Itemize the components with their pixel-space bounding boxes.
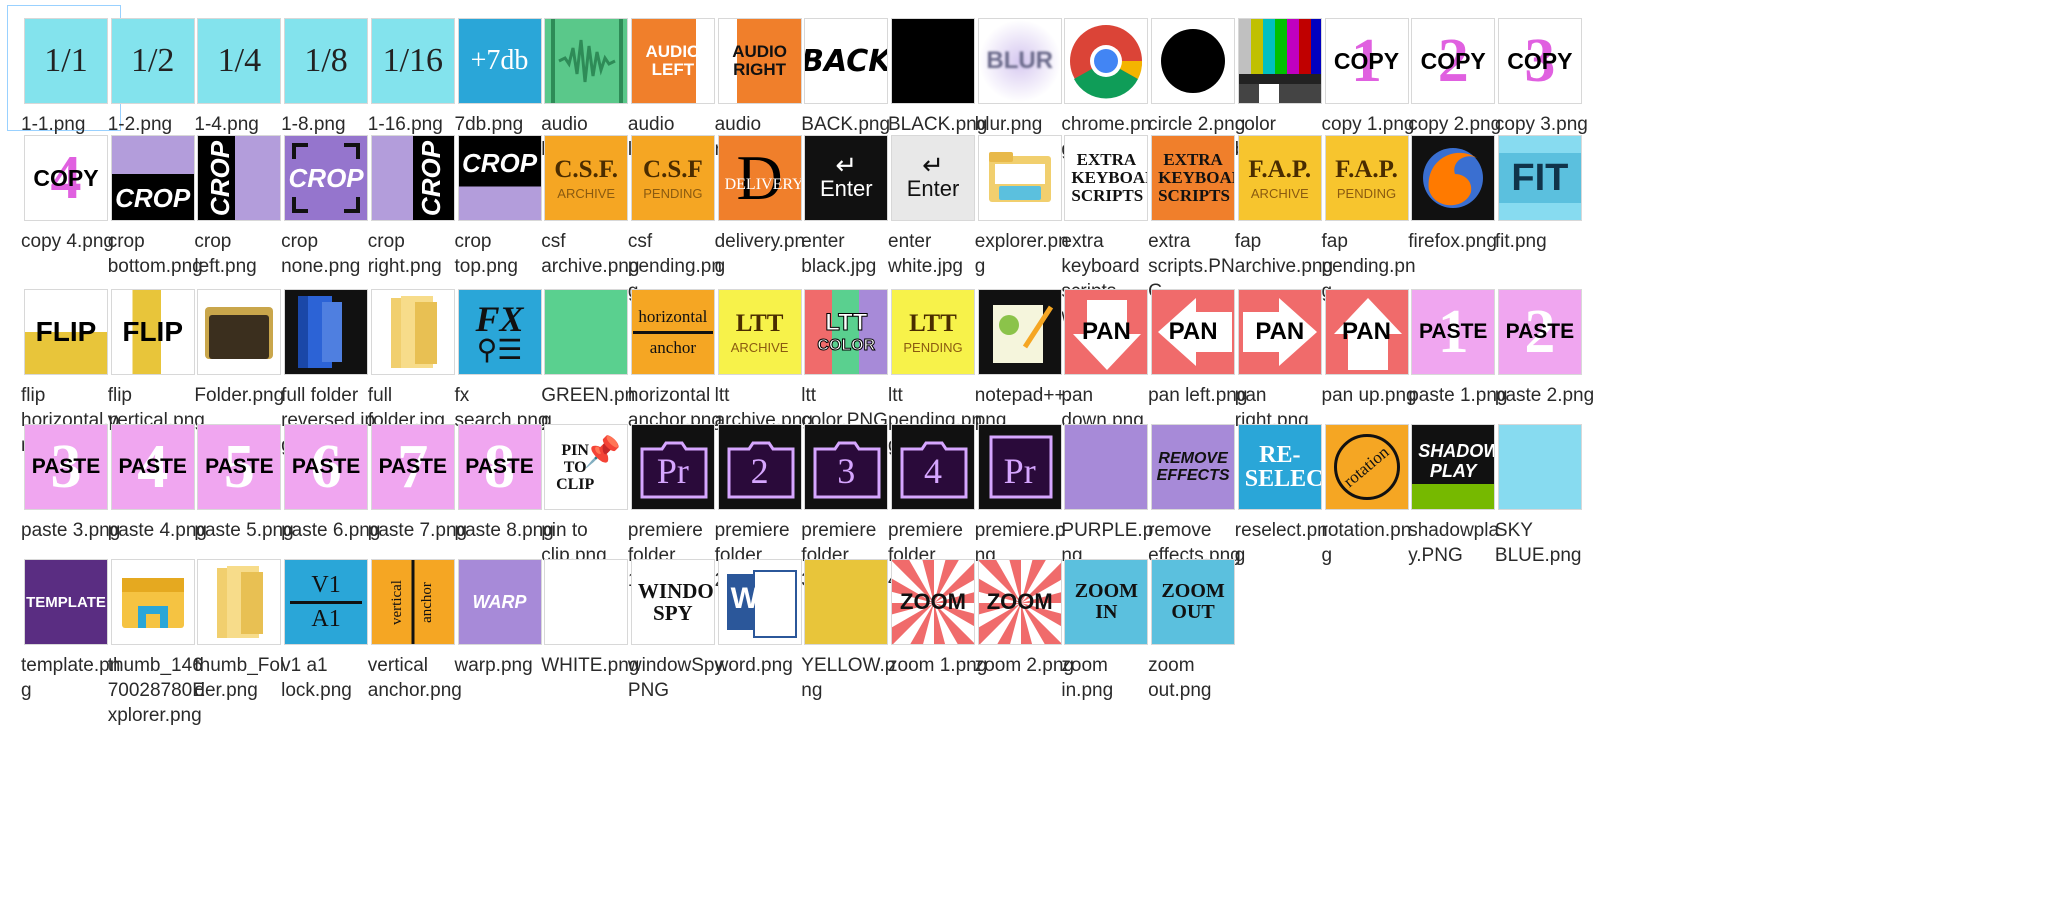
thumb-text: PAN — [1255, 318, 1305, 345]
thumb-text: Enter — [906, 176, 960, 201]
thumb-text: LTT — [909, 309, 957, 337]
thumb-text: V1 — [311, 571, 341, 598]
thumb-text: AUDIO RIGHT — [732, 42, 787, 79]
thumb-text: SHADOW PLAY — [1418, 441, 1496, 481]
thumb-text: COPY — [33, 164, 99, 191]
search-icon: ⚲☰ — [476, 334, 523, 365]
thumb-text: EXTRA KEYBOARD SCRIPTS — [1158, 150, 1234, 205]
file-thumbnail[interactable]: FIT — [1497, 135, 1582, 221]
file-name-label: zoom out.png — [1148, 655, 1212, 701]
thumb-text: FIT — [1511, 156, 1569, 199]
file-thumbnail[interactable]: ZOOM OUT — [1151, 559, 1236, 645]
thumb-text: WINDOW SPY — [637, 579, 714, 625]
thumb-text: 3 — [837, 451, 856, 491]
thumb-text: PAN — [1168, 318, 1218, 345]
file-name-label: fit.png — [1494, 231, 1547, 252]
file-name-label: SKY BLUE.png — [1494, 520, 1582, 566]
enter-arrow-icon: ↵ — [835, 150, 858, 180]
thumb-text: Pr — [656, 451, 689, 491]
thumb-subtext: PENDING — [1336, 185, 1397, 201]
thumb-text: W — [730, 582, 759, 615]
thumb-text: CROP — [204, 140, 235, 216]
file-item-zoom-out[interactable]: ZOOM OUT zoom out.png — [1135, 549, 1249, 701]
thumb-text: LTT — [735, 309, 784, 337]
thumb-subtext: ARCHIVE — [730, 339, 789, 355]
thumb-text: PAN — [1342, 318, 1391, 345]
thumb-text: BLUR — [986, 47, 1054, 74]
thumb-text: FLIP — [35, 316, 97, 347]
file-item-skyblue[interactable]: SKY BLUE.png — [1482, 414, 1596, 566]
file-thumbnail[interactable]: 2 PASTE — [1497, 289, 1582, 375]
thumb-text: PASTE — [118, 455, 187, 478]
thumb-text: F.A.P. — [1248, 155, 1312, 183]
thumb-text: Enter — [820, 176, 873, 201]
thumb-text: 1/2 — [130, 42, 175, 79]
thumb-text: EXTRA KEYBOARD SCRIPTS — [1071, 150, 1147, 205]
thumb-text: CROP — [461, 147, 538, 178]
thumb-text: LTT — [825, 309, 868, 337]
file-thumbnail[interactable]: 3 COPY — [1497, 18, 1582, 104]
thumb-subtext: anchor — [419, 581, 436, 623]
thumb-text: COPY — [1507, 47, 1573, 74]
thumb-text: FLIP — [122, 316, 184, 347]
thumb-text: COPY — [1420, 47, 1486, 74]
thumb-text: PAN — [1081, 318, 1131, 345]
thumb-text: C.S.F. — [554, 155, 619, 183]
thumb-subtext: ARCHIVE — [1250, 185, 1309, 201]
thumb-subtext: ARCHIVE — [557, 185, 616, 201]
enter-arrow-icon: ↵ — [922, 150, 944, 180]
thumb-text: Pr — [1003, 451, 1036, 491]
thumb-text: AUDIO LEFT — [645, 42, 701, 79]
file-item-copy3[interactable]: 3 COPY copy 3.png — [1482, 8, 1596, 135]
thumb-text: C.S.F — [643, 155, 703, 183]
thumb-text: FX — [475, 299, 524, 339]
file-name-label: paste 2.png — [1494, 385, 1595, 406]
thumb-text: PASTE — [378, 455, 448, 478]
thumb-text: PASTE — [291, 455, 361, 478]
thumb-text: PASTE — [465, 455, 534, 478]
file-item-paste2[interactable]: 2 PASTE paste 2.png — [1482, 279, 1596, 419]
thumb-text: PASTE — [31, 455, 101, 478]
thumb-text: RE-SELECT — [1244, 442, 1322, 492]
thumb-text: ZOOM IN — [1074, 580, 1139, 623]
thumb-text: horizontal — [638, 306, 708, 326]
file-item-fit[interactable]: FIT fit.png — [1482, 125, 1596, 265]
file-thumbnail[interactable] — [1497, 424, 1582, 510]
thumb-text: ZOOM — [900, 589, 966, 614]
thumb-subtext: anchor — [649, 337, 697, 357]
thumb-text: 1/4 — [217, 42, 262, 79]
thumb-text: COPY — [1333, 47, 1400, 74]
thumb-text: F.A.P. — [1335, 155, 1398, 183]
thumb-text: CROP — [115, 182, 191, 213]
thumb-subtext: PENDING — [643, 185, 703, 201]
thumb-subtext: COLOR — [817, 337, 876, 355]
lock-divider — [290, 600, 363, 604]
thumb-text: 2 — [750, 451, 769, 491]
thumb-subtext: A1 — [311, 605, 341, 632]
thumb-text: PASTE — [205, 455, 274, 478]
thumb-text: ZOOM OUT — [1161, 580, 1225, 623]
thumb-text: 1/8 — [304, 42, 348, 79]
thumb-text: vertical — [389, 579, 406, 625]
thumb-subtext: PENDING — [903, 339, 963, 355]
thumb-text: 1/1 — [44, 42, 88, 79]
thumb-text: 4 — [924, 451, 942, 491]
thumb-text: 1/16 — [382, 42, 444, 79]
thumb-subtext: DELIVERY — [724, 176, 802, 193]
thumb-text: PASTE — [1418, 320, 1488, 343]
thumb-text: PASTE — [1505, 320, 1575, 343]
thumb-text: REMOVE EFFECTS — [1156, 450, 1230, 484]
thumb-text: ZOOM — [986, 589, 1053, 614]
thumb-text: +7db — [470, 45, 529, 76]
